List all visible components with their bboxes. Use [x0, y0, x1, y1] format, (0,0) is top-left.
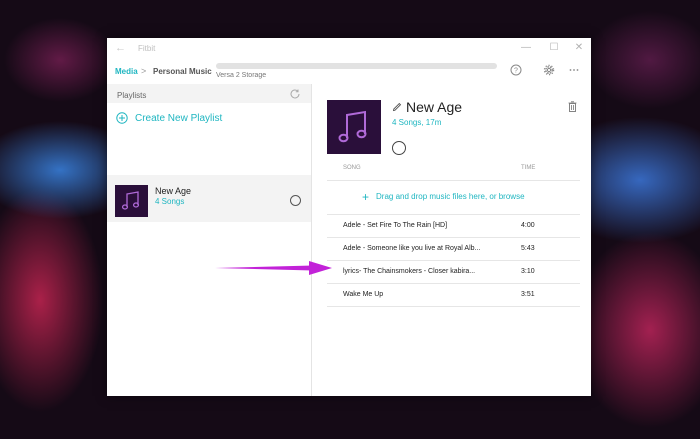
song-row[interactable]: lyrics- The Chainsmokers - Closer kabira… — [327, 261, 580, 283]
divider — [327, 180, 580, 181]
song-title: Wake Me Up — [343, 291, 384, 298]
divider — [327, 306, 580, 307]
song-row[interactable]: Adele - Set Fire To The Rain [HD] 4:00 — [327, 215, 580, 237]
playlist-count: 4 Songs — [155, 197, 185, 206]
playlist-title: New Age — [406, 99, 463, 115]
window-title: Fitbit — [138, 44, 156, 53]
breadcrumb-separator: > — [141, 66, 147, 76]
storage-bar — [216, 63, 497, 69]
song-row[interactable]: Wake Me Up 3:51 — [327, 284, 580, 306]
back-arrow-icon[interactable]: ← — [115, 42, 126, 54]
title-bar: ← Fitbit — ☐ ✕ — [107, 38, 591, 60]
song-time: 3:51 — [521, 291, 535, 298]
edit-pencil-icon[interactable] — [392, 102, 402, 112]
playlist-select-radio[interactable] — [290, 195, 301, 206]
song-title: lyrics- The Chainsmokers - Closer kabira… — [343, 268, 476, 275]
minimize-icon[interactable]: — — [519, 42, 533, 53]
storage-label: Versa 2 Storage — [216, 72, 267, 79]
breadcrumb-media[interactable]: Media — [115, 67, 138, 76]
playlists-header-label: Playlists — [117, 91, 147, 100]
song-time: 5:43 — [521, 245, 535, 252]
song-title: Adele - Set Fire To The Rain [HD] — [343, 222, 448, 229]
song-time: 4:00 — [521, 222, 535, 229]
svg-text:?: ? — [514, 68, 518, 75]
playlist-name: New Age — [155, 186, 192, 196]
column-header-time: TIME — [521, 165, 536, 171]
playlist-subtitle: 4 Songs, 17m — [392, 118, 442, 127]
close-icon[interactable]: ✕ — [572, 42, 586, 53]
playlist-cover-art — [327, 100, 381, 154]
drop-or-browse-label: Drag and drop music files here, or brows… — [376, 192, 525, 201]
column-header-song: SONG — [343, 165, 361, 171]
add-circle-icon — [116, 112, 128, 124]
playlist-thumbnail — [115, 185, 148, 217]
annotation-arrow — [215, 261, 332, 275]
gear-icon[interactable] — [543, 64, 555, 76]
maximize-icon[interactable]: ☐ — [547, 42, 561, 53]
help-icon[interactable]: ? — [510, 64, 522, 76]
more-icon[interactable] — [568, 64, 580, 76]
trash-icon[interactable] — [568, 101, 577, 112]
sidebar-item-new-age[interactable]: New Age 4 Songs — [107, 175, 311, 222]
breadcrumb-current: Personal Music — [153, 67, 212, 76]
plus-icon: + — [362, 190, 370, 204]
playlists-header: Playlists — [107, 84, 311, 103]
fitbit-window: ← Fitbit — ☐ ✕ Media > Personal Music Ve… — [107, 38, 591, 396]
playlists-sidebar: Playlists Create New Playlist New Age 4 … — [107, 84, 312, 396]
song-time: 3:10 — [521, 268, 535, 275]
create-new-playlist-label: Create New Playlist — [135, 113, 223, 124]
song-row[interactable]: Adele - Someone like you live at Royal A… — [327, 238, 580, 260]
select-all-radio[interactable] — [392, 141, 406, 155]
song-title: Adele - Someone like you live at Royal A… — [343, 245, 481, 252]
refresh-icon[interactable] — [289, 88, 301, 100]
